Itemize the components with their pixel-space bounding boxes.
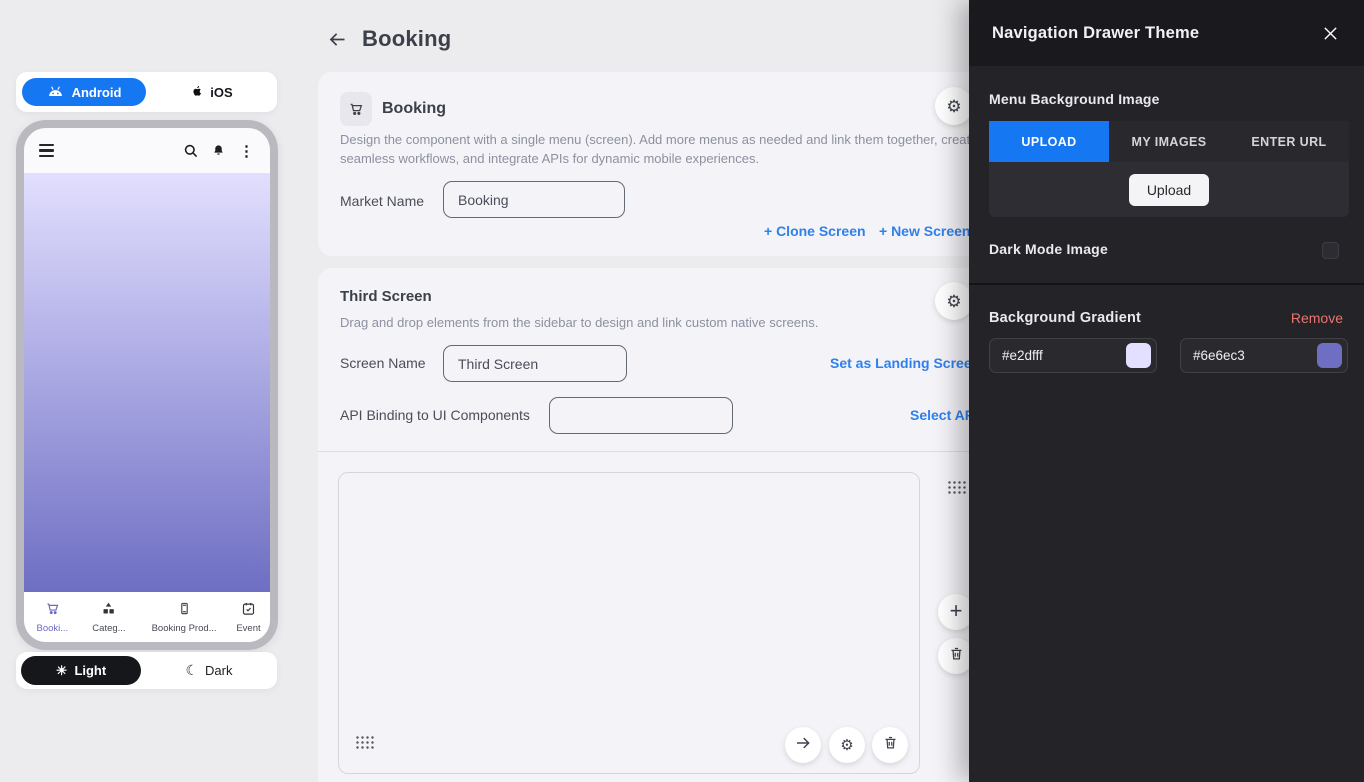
phone-nav-label: Event (236, 623, 260, 634)
ios-label: iOS (210, 85, 232, 100)
app-builder-window: Android iOS ⋮ (0, 0, 1364, 782)
gradient-color-2-swatch[interactable] (1317, 343, 1342, 368)
cart-icon (340, 92, 372, 126)
android-label: Android (72, 85, 122, 100)
clone-screen-link[interactable]: + Clone Screen (764, 223, 866, 239)
event-icon (241, 601, 256, 621)
ios-toggle-button[interactable]: iOS (146, 83, 277, 102)
gradient-color-1-swatch[interactable] (1126, 343, 1151, 368)
tab-my-images[interactable]: MY IMAGES (1109, 121, 1229, 162)
theme-toggle: ☀ Light ☾ Dark (16, 652, 277, 689)
menu-background-image-label: Menu Background Image (989, 91, 1160, 107)
dark-mode-image-checkbox[interactable] (1322, 242, 1339, 259)
set-landing-screen-link[interactable]: Set as Landing Screen (830, 355, 980, 371)
screen-name-label: Screen Name (340, 355, 426, 371)
phone-nav-label: Booking Prod... (152, 623, 217, 634)
tab-enter-url[interactable]: ENTER URL (1229, 121, 1349, 162)
arrow-right-icon (794, 734, 812, 757)
booking-card-description: Design the component with a single menu … (340, 130, 988, 168)
page-title: Booking (362, 26, 451, 52)
upload-button[interactable]: Upload (1129, 174, 1209, 206)
gear-icon: ⚙ (946, 98, 961, 115)
third-screen-description: Drag and drop elements from the sidebar … (340, 313, 988, 332)
new-screen-link[interactable]: + New Screen (879, 223, 970, 239)
hamburger-menu-icon[interactable] (39, 144, 54, 157)
phone-nav-item-booking-product[interactable]: Booking Prod... (139, 601, 229, 634)
dark-mode-image-label: Dark Mode Image (989, 241, 1108, 257)
screen-name-input[interactable] (443, 345, 627, 382)
kebab-menu-icon[interactable]: ⋮ (238, 142, 255, 159)
market-name-label: Market Name (340, 193, 424, 209)
device-toggle: Android iOS (16, 72, 277, 112)
booking-card-title: Booking (382, 100, 446, 118)
phone-nav-item-event[interactable]: Event (229, 601, 268, 634)
gear-icon: ⚙ (840, 738, 853, 753)
trash-icon (949, 646, 964, 666)
api-binding-input[interactable] (549, 397, 733, 434)
navigation-drawer-theme-panel: Navigation Drawer Theme Menu Background … (969, 0, 1364, 782)
sun-icon: ☀ (56, 663, 68, 679)
gradient-color-1-field (989, 338, 1157, 373)
phone-nav-label: Booki... (37, 623, 69, 634)
phone-nav-item-category[interactable]: Categ... (79, 601, 140, 634)
page-header: Booking (325, 26, 451, 52)
phone-nav-item-booking[interactable]: Booki... (26, 601, 79, 634)
drag-handle-icon[interactable] (355, 735, 374, 750)
cart-icon (45, 601, 60, 621)
market-name-input[interactable] (443, 181, 625, 218)
canvas-delete-button[interactable] (872, 727, 908, 763)
third-screen-title: Third Screen (340, 288, 432, 305)
panel-header: Navigation Drawer Theme (969, 0, 1364, 66)
android-icon (47, 85, 64, 100)
select-api-link[interactable]: Select API (910, 407, 978, 423)
panel-divider (969, 283, 1364, 285)
api-binding-label: API Binding to UI Components (340, 407, 530, 423)
phone-mockup: ⋮ Booki... Categ... (16, 120, 278, 650)
dark-label: Dark (205, 663, 232, 678)
back-arrow-icon[interactable] (325, 27, 349, 51)
panel-title: Navigation Drawer Theme (992, 24, 1199, 43)
gradient-color-2-field (1180, 338, 1348, 373)
gear-icon: ⚙ (946, 293, 961, 310)
screen-canvas[interactable]: ⚙ (338, 472, 920, 774)
plus-icon: + (950, 600, 963, 622)
booking-card-settings-button[interactable]: ⚙ (935, 87, 973, 125)
phone-bottom-nav: Booki... Categ... Booking Prod... (24, 592, 270, 642)
gradient-color-2-input[interactable] (1193, 348, 1317, 363)
phone-nav-label: Categ... (92, 623, 125, 634)
dark-mode-button[interactable]: ☾ Dark (141, 662, 277, 679)
third-screen-settings-button[interactable]: ⚙ (935, 282, 973, 320)
apple-icon (190, 83, 204, 102)
gradient-color-1-input[interactable] (1002, 348, 1126, 363)
moon-icon: ☾ (185, 662, 198, 679)
tab-upload[interactable]: UPLOAD (989, 121, 1109, 162)
android-toggle-button[interactable]: Android (22, 78, 146, 106)
upload-dropzone: Upload (989, 162, 1349, 217)
section-drag-handle-icon[interactable] (947, 480, 966, 495)
close-icon[interactable] (1319, 22, 1341, 44)
device-icon (178, 601, 191, 621)
category-icon (101, 601, 116, 621)
canvas-settings-button[interactable]: ⚙ (829, 727, 865, 763)
background-gradient-label: Background Gradient (989, 310, 1141, 326)
light-mode-button[interactable]: ☀ Light (21, 656, 141, 685)
image-source-tabs: UPLOAD MY IMAGES ENTER URL (989, 121, 1349, 162)
light-label: Light (74, 663, 106, 678)
phone-appbar: ⋮ (24, 128, 270, 173)
phone-screen-gradient (24, 173, 270, 592)
bell-icon[interactable] (210, 142, 227, 159)
canvas-link-button[interactable] (785, 727, 821, 763)
remove-gradient-link[interactable]: Remove (1291, 310, 1343, 326)
search-icon[interactable] (182, 142, 199, 159)
trash-icon (883, 735, 898, 755)
